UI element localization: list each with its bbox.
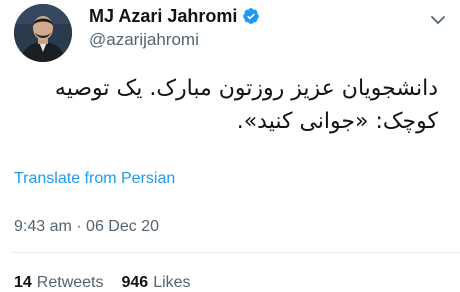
retweets-stat[interactable]: 14 Retweets xyxy=(14,274,104,292)
likes-label: Likes xyxy=(153,274,191,291)
divider xyxy=(12,252,460,253)
author-handle[interactable]: @azarijahromi xyxy=(89,30,199,50)
retweets-count: 14 xyxy=(14,274,32,291)
avatar[interactable] xyxy=(14,4,72,62)
engagement-stats: 14 Retweets 946 Likes xyxy=(14,274,191,292)
display-name[interactable]: MJ Azari Jahromi xyxy=(89,6,237,27)
tweet-time: 9:43 am xyxy=(14,218,72,235)
tweet-text: دانشجویان عزیز روزتون مبارک. یک توصیه کو… xyxy=(54,76,438,134)
timestamp-separator: · xyxy=(76,218,82,235)
tweet-date: 06 Dec 20 xyxy=(86,218,159,235)
translate-link[interactable]: Translate from Persian xyxy=(14,170,175,188)
verified-badge-icon xyxy=(242,7,260,25)
likes-stat[interactable]: 946 Likes xyxy=(122,274,191,292)
retweets-label: Retweets xyxy=(36,274,104,291)
profile-photo-icon xyxy=(14,4,72,62)
tweet-timestamp[interactable]: 9:43 am · 06 Dec 20 xyxy=(14,218,159,236)
author-name-row: MJ Azari Jahromi xyxy=(89,4,260,28)
chevron-down-icon[interactable] xyxy=(430,10,446,24)
likes-count: 946 xyxy=(121,274,149,291)
tweet-card: MJ Azari Jahromi @azarijahromi دانشجویان… xyxy=(0,0,460,292)
